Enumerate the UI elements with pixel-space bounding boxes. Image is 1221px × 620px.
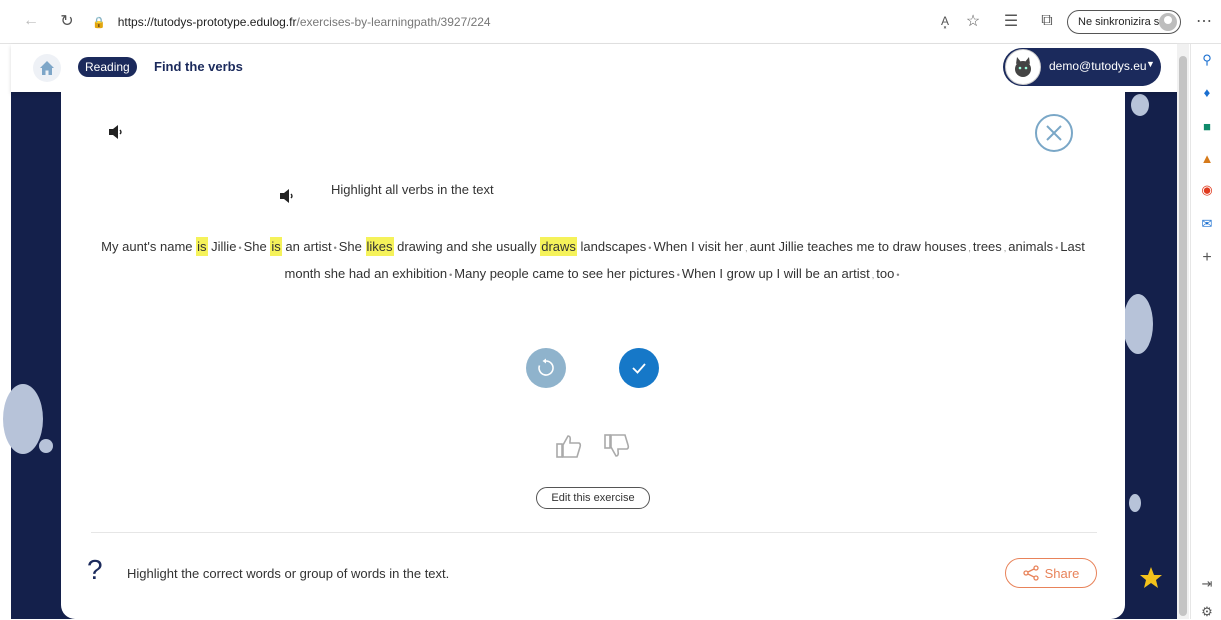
sync-label: Ne sinkronizira se	[1078, 16, 1166, 28]
more-menu-icon[interactable]: ⋯	[1193, 10, 1215, 32]
background-blob	[1123, 294, 1153, 354]
divider	[91, 532, 1097, 533]
passage-word-group[interactable]: Jillie	[208, 239, 236, 254]
cat-avatar-icon	[1005, 49, 1041, 85]
outlook-icon[interactable]: ✉	[1199, 216, 1215, 232]
home-icon	[40, 61, 54, 75]
exercise-card: Highlight all verbs in the text My aunt'…	[61, 92, 1125, 619]
add-plus-icon[interactable]: +	[1199, 249, 1215, 266]
page-scrollbar[interactable]	[1177, 44, 1189, 619]
address-bar[interactable]: 🔒 https://tutodys-prototype.edulog.fr/ex…	[92, 10, 1052, 34]
sentence-separator[interactable]: •	[675, 270, 682, 280]
exercise-title: Find the verbs	[154, 59, 243, 74]
close-icon	[1046, 125, 1062, 141]
highlighted-word[interactable]: likes	[365, 237, 394, 256]
share-label: Share	[1044, 565, 1080, 581]
thumbs-down-icon[interactable]	[603, 432, 631, 460]
games-icon[interactable]: ▲	[1199, 150, 1215, 166]
edit-exercise-button[interactable]: Edit this exercise	[536, 487, 650, 509]
passage-word-group[interactable]: drawing and she usually	[394, 239, 541, 254]
hide-sidebar-icon[interactable]: ⇥	[1199, 576, 1215, 592]
highlighted-word[interactable]: draws	[540, 237, 577, 256]
checkmark-icon	[632, 363, 646, 374]
instruction-text: Highlight all verbs in the text	[331, 182, 494, 197]
highlighted-word[interactable]: is	[196, 237, 208, 256]
passage-word-group[interactable]: When I grow up I will be an artist	[682, 266, 870, 281]
tools-icon[interactable]: ■	[1199, 118, 1215, 134]
shopping-tag-icon[interactable]: ♦	[1199, 84, 1215, 100]
passage-word-group[interactable]: month she had an exhibition	[285, 266, 448, 281]
passage-word-group[interactable]: too	[876, 266, 894, 281]
passage-line: My aunt's name is Jillie • She is an artis…	[91, 234, 1095, 261]
passage-word-group[interactable]: aunt Jillie teaches me to draw houses	[750, 239, 967, 254]
exercise-passage: My aunt's name is Jillie • She is an artis…	[91, 234, 1095, 288]
instruction-speaker-icon[interactable]	[279, 188, 295, 204]
passage-word-group[interactable]: Many people came to see her pictures	[454, 266, 674, 281]
passage-word-group[interactable]: She	[244, 239, 271, 254]
background-blob	[3, 384, 43, 454]
app-header: Reading Find the verbs demo@tutodys.eu ▼	[11, 44, 1177, 92]
passage-word-group[interactable]: trees	[973, 239, 1002, 254]
close-button[interactable]	[1035, 114, 1073, 152]
read-aloud-icon[interactable]: A͓	[934, 10, 956, 32]
background-blob	[1129, 494, 1141, 512]
dropdown-caret-icon: ▼	[1146, 59, 1155, 69]
passage-word-group[interactable]: Last	[1060, 239, 1085, 254]
highlighted-word[interactable]: is	[270, 237, 282, 256]
url-host: https://tutodys-prototype.edulog.fr	[117, 15, 297, 29]
reset-icon	[538, 358, 554, 376]
validate-button[interactable]	[619, 348, 659, 388]
favorite-star-add-icon[interactable]: ☆	[962, 10, 984, 32]
help-text: Highlight the correct words or group of …	[127, 566, 450, 581]
category-badge: Reading	[78, 57, 137, 77]
share-icon	[1022, 565, 1039, 581]
home-button[interactable]	[33, 54, 61, 82]
thumbs-up-icon[interactable]	[555, 432, 583, 460]
sentence-separator[interactable]: •	[894, 270, 901, 280]
user-email: demo@tutodys.eu	[1049, 59, 1147, 73]
refresh-icon[interactable]: ↻	[56, 10, 78, 32]
sentence-separator[interactable]: •	[332, 243, 339, 253]
passage-word-group[interactable]: My aunt's name	[101, 239, 196, 254]
profile-avatar	[1159, 13, 1177, 31]
share-button[interactable]: Share	[1005, 558, 1097, 588]
passage-word-group[interactable]: an artist	[282, 239, 331, 254]
collections-icon[interactable]: ⧉	[1036, 10, 1058, 32]
lock-icon: 🔒	[92, 16, 106, 29]
passage-word-group[interactable]: animals	[1008, 239, 1053, 254]
user-menu-button[interactable]: demo@tutodys.eu ▼	[1003, 48, 1161, 86]
url-path: /exercises-by-learningpath/3927/224	[296, 15, 491, 29]
search-icon[interactable]: ⚲	[1199, 52, 1215, 68]
sync-status-button[interactable]: Ne sinkronizira se	[1067, 10, 1181, 34]
background-blob	[39, 439, 53, 453]
star-icon[interactable]	[1139, 566, 1163, 590]
help-question-icon[interactable]: ?	[87, 554, 103, 586]
settings-gear-icon[interactable]: ⚙	[1199, 604, 1215, 620]
scrollbar-thumb[interactable]	[1179, 56, 1187, 616]
sentence-separator[interactable]: •	[236, 243, 243, 253]
browser-toolbar: ← ↻ 🔒 https://tutodys-prototype.edulog.f…	[0, 0, 1221, 44]
passage-word-group[interactable]: landscapes	[577, 239, 647, 254]
background-blob	[1131, 94, 1149, 116]
passage-word-group[interactable]: When I visit her	[653, 239, 743, 254]
back-arrow-icon[interactable]: ←	[20, 10, 42, 32]
browser-sidebar: ⚲ ♦ ■ ▲ ◉ ✉ + ⇥ ⚙	[1190, 44, 1221, 619]
speaker-icon[interactable]	[108, 124, 124, 140]
reset-button[interactable]	[526, 348, 566, 388]
passage-word-group[interactable]: She	[339, 239, 366, 254]
office-icon[interactable]: ◉	[1199, 182, 1215, 198]
favorites-list-icon[interactable]: ☰	[1000, 10, 1022, 32]
passage-line: month she had an exhibition • Many people …	[91, 261, 1095, 288]
